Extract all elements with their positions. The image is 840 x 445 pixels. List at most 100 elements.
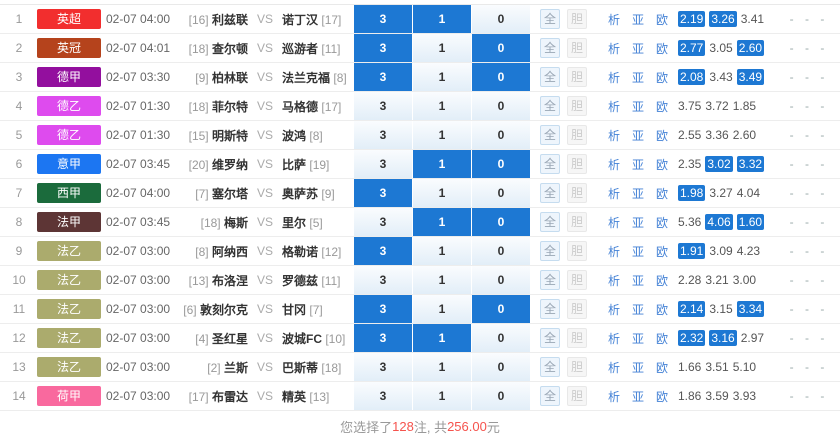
dan-button[interactable]: 胆 (567, 183, 587, 203)
pick-3-button[interactable]: 3 (354, 92, 413, 120)
link-欧[interactable]: 欧 (656, 301, 668, 318)
pick-0-button[interactable]: 0 (472, 121, 530, 149)
select-all-button[interactable]: 全 (540, 154, 560, 174)
link-亚[interactable]: 亚 (632, 185, 644, 202)
link-欧[interactable]: 欧 (656, 11, 668, 28)
pick-0-button[interactable]: 0 (472, 266, 530, 294)
link-析[interactable]: 析 (608, 388, 620, 405)
pick-1-button[interactable]: 1 (413, 5, 472, 33)
dan-button[interactable]: 胆 (567, 357, 587, 377)
pick-1-button[interactable]: 1 (413, 353, 472, 381)
pick-3-button[interactable]: 3 (354, 63, 413, 91)
link-亚[interactable]: 亚 (632, 359, 644, 376)
select-all-button[interactable]: 全 (540, 270, 560, 290)
link-析[interactable]: 析 (608, 272, 620, 289)
select-all-button[interactable]: 全 (540, 96, 560, 116)
select-all-button[interactable]: 全 (540, 9, 560, 29)
pick-0-button[interactable]: 0 (472, 382, 530, 410)
pick-3-button[interactable]: 3 (354, 179, 413, 207)
dan-button[interactable]: 胆 (567, 96, 587, 116)
pick-3-button[interactable]: 3 (354, 324, 413, 352)
pick-3-button[interactable]: 3 (354, 208, 413, 236)
pick-3-button[interactable]: 3 (354, 353, 413, 381)
pick-1-button[interactable]: 1 (413, 34, 472, 62)
link-析[interactable]: 析 (608, 98, 620, 115)
dan-button[interactable]: 胆 (567, 328, 587, 348)
pick-3-button[interactable]: 3 (354, 150, 413, 178)
dan-button[interactable]: 胆 (567, 299, 587, 319)
link-析[interactable]: 析 (608, 127, 620, 144)
link-亚[interactable]: 亚 (632, 272, 644, 289)
select-all-button[interactable]: 全 (540, 125, 560, 145)
link-欧[interactable]: 欧 (656, 272, 668, 289)
dan-button[interactable]: 胆 (567, 212, 587, 232)
link-析[interactable]: 析 (608, 214, 620, 231)
link-亚[interactable]: 亚 (632, 11, 644, 28)
select-all-button[interactable]: 全 (540, 386, 560, 406)
pick-1-button[interactable]: 1 (413, 150, 472, 178)
dan-button[interactable]: 胆 (567, 386, 587, 406)
pick-1-button[interactable]: 1 (413, 266, 472, 294)
pick-0-button[interactable]: 0 (472, 150, 530, 178)
pick-3-button[interactable]: 3 (354, 237, 413, 265)
pick-1-button[interactable]: 1 (413, 63, 472, 91)
link-亚[interactable]: 亚 (632, 98, 644, 115)
pick-3-button[interactable]: 3 (354, 121, 413, 149)
dan-button[interactable]: 胆 (567, 241, 587, 261)
pick-0-button[interactable]: 0 (472, 34, 530, 62)
dan-button[interactable]: 胆 (567, 154, 587, 174)
link-亚[interactable]: 亚 (632, 69, 644, 86)
pick-3-button[interactable]: 3 (354, 382, 413, 410)
select-all-button[interactable]: 全 (540, 67, 560, 87)
pick-0-button[interactable]: 0 (472, 324, 530, 352)
pick-1-button[interactable]: 1 (413, 237, 472, 265)
link-欧[interactable]: 欧 (656, 359, 668, 376)
pick-1-button[interactable]: 1 (413, 382, 472, 410)
pick-3-button[interactable]: 3 (354, 34, 413, 62)
link-析[interactable]: 析 (608, 69, 620, 86)
pick-3-button[interactable]: 3 (354, 295, 413, 323)
pick-0-button[interactable]: 0 (472, 63, 530, 91)
link-欧[interactable]: 欧 (656, 185, 668, 202)
link-欧[interactable]: 欧 (656, 40, 668, 57)
pick-0-button[interactable]: 0 (472, 5, 530, 33)
select-all-button[interactable]: 全 (540, 212, 560, 232)
link-欧[interactable]: 欧 (656, 214, 668, 231)
link-亚[interactable]: 亚 (632, 330, 644, 347)
link-析[interactable]: 析 (608, 330, 620, 347)
pick-1-button[interactable]: 1 (413, 92, 472, 120)
link-析[interactable]: 析 (608, 185, 620, 202)
link-欧[interactable]: 欧 (656, 69, 668, 86)
dan-button[interactable]: 胆 (567, 125, 587, 145)
pick-1-button[interactable]: 1 (413, 121, 472, 149)
link-欧[interactable]: 欧 (656, 98, 668, 115)
pick-0-button[interactable]: 0 (472, 92, 530, 120)
dan-button[interactable]: 胆 (567, 67, 587, 87)
link-欧[interactable]: 欧 (656, 330, 668, 347)
dan-button[interactable]: 胆 (567, 270, 587, 290)
link-亚[interactable]: 亚 (632, 156, 644, 173)
link-析[interactable]: 析 (608, 11, 620, 28)
select-all-button[interactable]: 全 (540, 328, 560, 348)
pick-3-button[interactable]: 3 (354, 266, 413, 294)
link-析[interactable]: 析 (608, 40, 620, 57)
pick-1-button[interactable]: 1 (413, 208, 472, 236)
pick-1-button[interactable]: 1 (413, 179, 472, 207)
pick-1-button[interactable]: 1 (413, 324, 472, 352)
link-析[interactable]: 析 (608, 301, 620, 318)
link-析[interactable]: 析 (608, 243, 620, 260)
pick-0-button[interactable]: 0 (472, 295, 530, 323)
link-欧[interactable]: 欧 (656, 243, 668, 260)
link-亚[interactable]: 亚 (632, 127, 644, 144)
link-欧[interactable]: 欧 (656, 127, 668, 144)
select-all-button[interactable]: 全 (540, 299, 560, 319)
link-欧[interactable]: 欧 (656, 388, 668, 405)
link-亚[interactable]: 亚 (632, 214, 644, 231)
pick-0-button[interactable]: 0 (472, 237, 530, 265)
link-亚[interactable]: 亚 (632, 243, 644, 260)
pick-1-button[interactable]: 1 (413, 295, 472, 323)
link-亚[interactable]: 亚 (632, 301, 644, 318)
select-all-button[interactable]: 全 (540, 183, 560, 203)
link-亚[interactable]: 亚 (632, 40, 644, 57)
dan-button[interactable]: 胆 (567, 9, 587, 29)
